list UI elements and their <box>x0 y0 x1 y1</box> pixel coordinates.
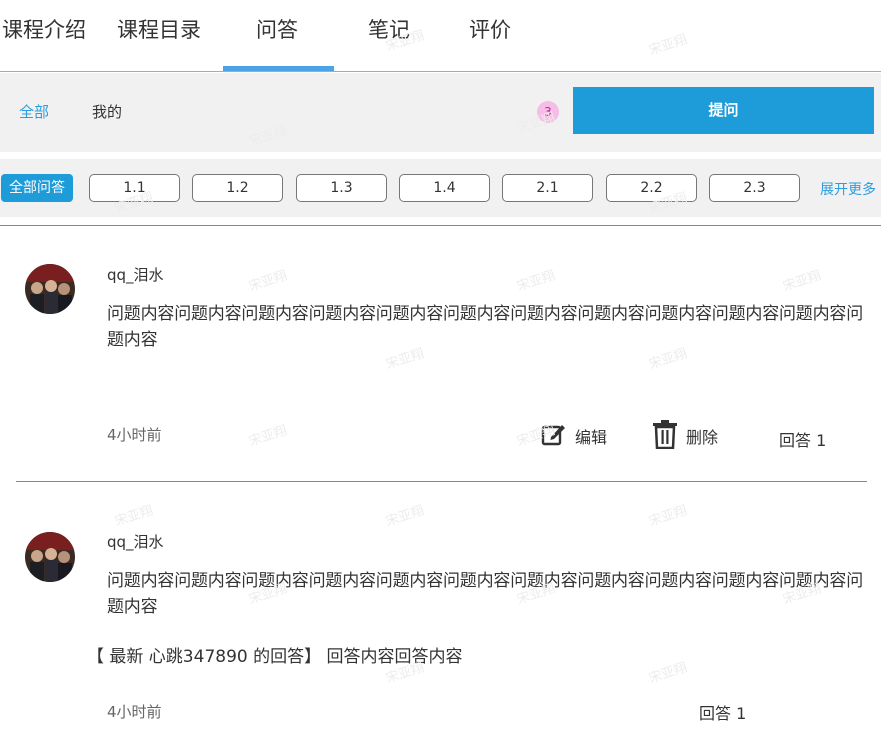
chapter-filter-button[interactable]: 2.3 <box>709 174 800 202</box>
chapter-filter-button[interactable]: 1.1 <box>89 174 180 202</box>
filter-my-questions-link[interactable]: 我的 <box>92 101 122 122</box>
question-author[interactable]: qq_泪水 <box>107 531 164 552</box>
watermark: 宋亚翔 <box>113 503 155 530</box>
question-time: 4小时前 <box>107 703 162 721</box>
question-time: 4小时前 <box>107 426 162 444</box>
watermark: 宋亚翔 <box>647 503 689 530</box>
chapter-filter-button[interactable]: 2.1 <box>502 174 593 202</box>
edit-question-button[interactable]: 编辑 <box>541 421 607 451</box>
divider <box>16 481 867 482</box>
trash-icon <box>652 419 678 453</box>
reply-count[interactable]: 回答 1 <box>779 427 826 451</box>
delete-question-button[interactable]: 删除 <box>652 419 718 453</box>
watermark: 宋亚翔 <box>247 268 289 295</box>
tab-notes[interactable]: 笔记 <box>368 14 410 44</box>
avatar[interactable] <box>25 264 75 314</box>
latest-answer[interactable]: 【 最新 心跳347890 的回答】 回答内容回答内容 <box>87 642 463 667</box>
chapter-filter-row: 全部问答 1.1 1.2 1.3 1.4 2.1 2.2 2.3 展开更多 <box>0 159 881 217</box>
divider <box>0 225 881 226</box>
watermark: 宋亚翔 <box>247 423 289 450</box>
chapter-filter-button[interactable]: 1.4 <box>399 174 490 202</box>
chapter-filter-button[interactable]: 2.2 <box>606 174 697 202</box>
course-tabs: 课程介绍 课程目录 问答 笔记 评价 <box>0 0 881 72</box>
delete-label: 删除 <box>686 428 719 447</box>
reply-count[interactable]: 回答 1 <box>699 700 746 724</box>
watermark: 宋亚翔 <box>647 660 689 687</box>
chapter-filter-all-button[interactable]: 全部问答 <box>1 174 73 202</box>
question-content[interactable]: 问题内容问题内容问题内容问题内容问题内容问题内容问题内容问题内容问题内容问题内容… <box>107 301 867 353</box>
chapter-filter-button[interactable]: 1.3 <box>296 174 387 202</box>
filter-all-questions-link[interactable]: 全部 <box>19 101 49 122</box>
chapter-filter-button[interactable]: 1.2 <box>192 174 283 202</box>
tab-course-intro[interactable]: 课程介绍 <box>2 14 86 44</box>
expand-more-link[interactable]: 展开更多 <box>820 179 876 199</box>
question-content[interactable]: 问题内容问题内容问题内容问题内容问题内容问题内容问题内容问题内容问题内容问题内容… <box>107 568 867 620</box>
edit-label: 编辑 <box>575 428 608 447</box>
tab-reviews[interactable]: 评价 <box>469 14 511 44</box>
watermark: 宋亚翔 <box>384 503 426 530</box>
avatar[interactable] <box>25 532 75 582</box>
question-count-badge: 3 <box>537 101 559 123</box>
watermark: 宋亚翔 <box>781 268 823 295</box>
qa-subbar: 全部 我的 3 提问 <box>0 73 881 152</box>
edit-icon <box>541 421 567 451</box>
question-author[interactable]: qq_泪水 <box>107 264 164 285</box>
active-tab-indicator <box>223 66 334 71</box>
ask-question-button[interactable]: 提问 <box>573 87 874 134</box>
watermark: 宋亚翔 <box>515 268 557 295</box>
tab-course-catalog[interactable]: 课程目录 <box>117 14 201 44</box>
tab-qa[interactable]: 问答 <box>256 14 298 44</box>
